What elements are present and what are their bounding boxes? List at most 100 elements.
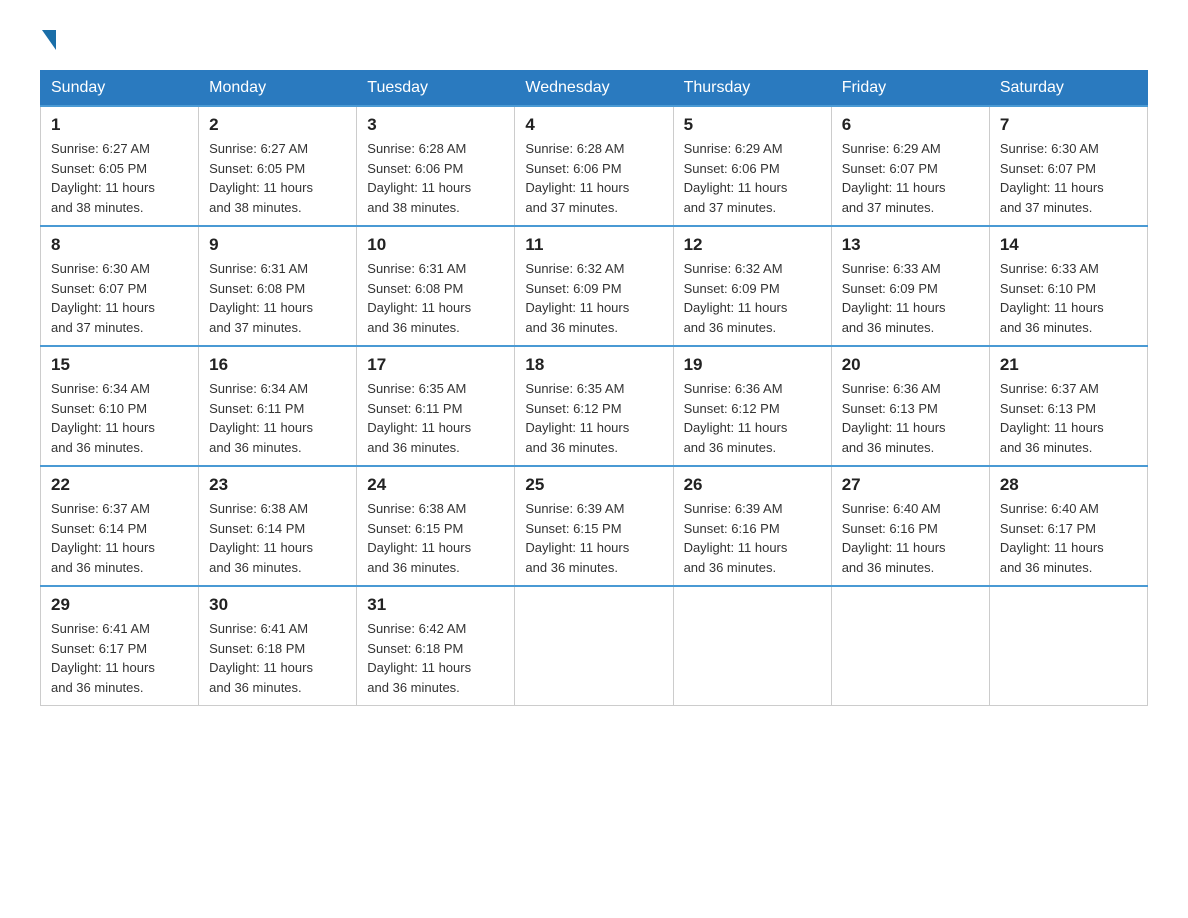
day-cell-11: 11 Sunrise: 6:32 AM Sunset: 6:09 PM Dayl… xyxy=(515,226,673,346)
day-cell-21: 21 Sunrise: 6:37 AM Sunset: 6:13 PM Dayl… xyxy=(989,346,1147,466)
week-row-4: 22 Sunrise: 6:37 AM Sunset: 6:14 PM Dayl… xyxy=(41,466,1148,586)
day-info: Sunrise: 6:37 AM Sunset: 6:14 PM Dayligh… xyxy=(51,499,188,577)
day-cell-13: 13 Sunrise: 6:33 AM Sunset: 6:09 PM Dayl… xyxy=(831,226,989,346)
day-cell-4: 4 Sunrise: 6:28 AM Sunset: 6:06 PM Dayli… xyxy=(515,106,673,226)
day-cell-27: 27 Sunrise: 6:40 AM Sunset: 6:16 PM Dayl… xyxy=(831,466,989,586)
day-cell-17: 17 Sunrise: 6:35 AM Sunset: 6:11 PM Dayl… xyxy=(357,346,515,466)
day-number: 20 xyxy=(842,355,979,375)
day-info: Sunrise: 6:30 AM Sunset: 6:07 PM Dayligh… xyxy=(51,259,188,337)
day-number: 18 xyxy=(525,355,662,375)
empty-cell xyxy=(831,586,989,706)
day-cell-16: 16 Sunrise: 6:34 AM Sunset: 6:11 PM Dayl… xyxy=(199,346,357,466)
calendar-table: SundayMondayTuesdayWednesdayThursdayFrid… xyxy=(40,70,1148,706)
day-info: Sunrise: 6:38 AM Sunset: 6:14 PM Dayligh… xyxy=(209,499,346,577)
day-info: Sunrise: 6:33 AM Sunset: 6:10 PM Dayligh… xyxy=(1000,259,1137,337)
day-number: 28 xyxy=(1000,475,1137,495)
day-cell-15: 15 Sunrise: 6:34 AM Sunset: 6:10 PM Dayl… xyxy=(41,346,199,466)
day-info: Sunrise: 6:31 AM Sunset: 6:08 PM Dayligh… xyxy=(209,259,346,337)
day-cell-31: 31 Sunrise: 6:42 AM Sunset: 6:18 PM Dayl… xyxy=(357,586,515,706)
day-number: 31 xyxy=(367,595,504,615)
day-info: Sunrise: 6:38 AM Sunset: 6:15 PM Dayligh… xyxy=(367,499,504,577)
day-number: 5 xyxy=(684,115,821,135)
day-cell-14: 14 Sunrise: 6:33 AM Sunset: 6:10 PM Dayl… xyxy=(989,226,1147,346)
day-info: Sunrise: 6:40 AM Sunset: 6:16 PM Dayligh… xyxy=(842,499,979,577)
day-cell-23: 23 Sunrise: 6:38 AM Sunset: 6:14 PM Dayl… xyxy=(199,466,357,586)
day-cell-7: 7 Sunrise: 6:30 AM Sunset: 6:07 PM Dayli… xyxy=(989,106,1147,226)
week-row-1: 1 Sunrise: 6:27 AM Sunset: 6:05 PM Dayli… xyxy=(41,106,1148,226)
page-header xyxy=(40,30,1148,50)
week-row-2: 8 Sunrise: 6:30 AM Sunset: 6:07 PM Dayli… xyxy=(41,226,1148,346)
day-info: Sunrise: 6:32 AM Sunset: 6:09 PM Dayligh… xyxy=(525,259,662,337)
day-info: Sunrise: 6:31 AM Sunset: 6:08 PM Dayligh… xyxy=(367,259,504,337)
day-cell-2: 2 Sunrise: 6:27 AM Sunset: 6:05 PM Dayli… xyxy=(199,106,357,226)
day-info: Sunrise: 6:29 AM Sunset: 6:07 PM Dayligh… xyxy=(842,139,979,217)
day-info: Sunrise: 6:34 AM Sunset: 6:11 PM Dayligh… xyxy=(209,379,346,457)
day-cell-20: 20 Sunrise: 6:36 AM Sunset: 6:13 PM Dayl… xyxy=(831,346,989,466)
day-info: Sunrise: 6:36 AM Sunset: 6:12 PM Dayligh… xyxy=(684,379,821,457)
day-header-thursday: Thursday xyxy=(673,71,831,107)
day-info: Sunrise: 6:40 AM Sunset: 6:17 PM Dayligh… xyxy=(1000,499,1137,577)
day-info: Sunrise: 6:37 AM Sunset: 6:13 PM Dayligh… xyxy=(1000,379,1137,457)
day-cell-29: 29 Sunrise: 6:41 AM Sunset: 6:17 PM Dayl… xyxy=(41,586,199,706)
day-info: Sunrise: 6:36 AM Sunset: 6:13 PM Dayligh… xyxy=(842,379,979,457)
day-info: Sunrise: 6:41 AM Sunset: 6:18 PM Dayligh… xyxy=(209,619,346,697)
day-header-saturday: Saturday xyxy=(989,71,1147,107)
empty-cell xyxy=(989,586,1147,706)
day-info: Sunrise: 6:41 AM Sunset: 6:17 PM Dayligh… xyxy=(51,619,188,697)
day-number: 2 xyxy=(209,115,346,135)
day-cell-9: 9 Sunrise: 6:31 AM Sunset: 6:08 PM Dayli… xyxy=(199,226,357,346)
day-info: Sunrise: 6:33 AM Sunset: 6:09 PM Dayligh… xyxy=(842,259,979,337)
day-header-monday: Monday xyxy=(199,71,357,107)
empty-cell xyxy=(673,586,831,706)
day-info: Sunrise: 6:27 AM Sunset: 6:05 PM Dayligh… xyxy=(51,139,188,217)
day-cell-25: 25 Sunrise: 6:39 AM Sunset: 6:15 PM Dayl… xyxy=(515,466,673,586)
day-number: 27 xyxy=(842,475,979,495)
day-info: Sunrise: 6:42 AM Sunset: 6:18 PM Dayligh… xyxy=(367,619,504,697)
day-number: 14 xyxy=(1000,235,1137,255)
week-row-5: 29 Sunrise: 6:41 AM Sunset: 6:17 PM Dayl… xyxy=(41,586,1148,706)
day-number: 10 xyxy=(367,235,504,255)
day-number: 13 xyxy=(842,235,979,255)
day-info: Sunrise: 6:27 AM Sunset: 6:05 PM Dayligh… xyxy=(209,139,346,217)
week-row-3: 15 Sunrise: 6:34 AM Sunset: 6:10 PM Dayl… xyxy=(41,346,1148,466)
logo xyxy=(40,30,58,50)
day-number: 25 xyxy=(525,475,662,495)
day-info: Sunrise: 6:32 AM Sunset: 6:09 PM Dayligh… xyxy=(684,259,821,337)
day-cell-3: 3 Sunrise: 6:28 AM Sunset: 6:06 PM Dayli… xyxy=(357,106,515,226)
day-number: 19 xyxy=(684,355,821,375)
day-number: 26 xyxy=(684,475,821,495)
day-cell-1: 1 Sunrise: 6:27 AM Sunset: 6:05 PM Dayli… xyxy=(41,106,199,226)
day-number: 7 xyxy=(1000,115,1137,135)
day-info: Sunrise: 6:39 AM Sunset: 6:16 PM Dayligh… xyxy=(684,499,821,577)
day-number: 15 xyxy=(51,355,188,375)
day-info: Sunrise: 6:39 AM Sunset: 6:15 PM Dayligh… xyxy=(525,499,662,577)
day-number: 11 xyxy=(525,235,662,255)
day-number: 24 xyxy=(367,475,504,495)
day-info: Sunrise: 6:30 AM Sunset: 6:07 PM Dayligh… xyxy=(1000,139,1137,217)
day-number: 3 xyxy=(367,115,504,135)
day-number: 21 xyxy=(1000,355,1137,375)
day-cell-26: 26 Sunrise: 6:39 AM Sunset: 6:16 PM Dayl… xyxy=(673,466,831,586)
day-number: 1 xyxy=(51,115,188,135)
day-number: 4 xyxy=(525,115,662,135)
day-cell-6: 6 Sunrise: 6:29 AM Sunset: 6:07 PM Dayli… xyxy=(831,106,989,226)
day-header-sunday: Sunday xyxy=(41,71,199,107)
day-number: 9 xyxy=(209,235,346,255)
day-header-friday: Friday xyxy=(831,71,989,107)
day-cell-5: 5 Sunrise: 6:29 AM Sunset: 6:06 PM Dayli… xyxy=(673,106,831,226)
day-number: 29 xyxy=(51,595,188,615)
day-cell-10: 10 Sunrise: 6:31 AM Sunset: 6:08 PM Dayl… xyxy=(357,226,515,346)
day-cell-18: 18 Sunrise: 6:35 AM Sunset: 6:12 PM Dayl… xyxy=(515,346,673,466)
day-info: Sunrise: 6:28 AM Sunset: 6:06 PM Dayligh… xyxy=(525,139,662,217)
day-number: 30 xyxy=(209,595,346,615)
days-header-row: SundayMondayTuesdayWednesdayThursdayFrid… xyxy=(41,71,1148,107)
day-number: 8 xyxy=(51,235,188,255)
day-cell-22: 22 Sunrise: 6:37 AM Sunset: 6:14 PM Dayl… xyxy=(41,466,199,586)
day-cell-8: 8 Sunrise: 6:30 AM Sunset: 6:07 PM Dayli… xyxy=(41,226,199,346)
day-cell-19: 19 Sunrise: 6:36 AM Sunset: 6:12 PM Dayl… xyxy=(673,346,831,466)
day-info: Sunrise: 6:35 AM Sunset: 6:12 PM Dayligh… xyxy=(525,379,662,457)
logo-arrow-icon xyxy=(42,30,56,50)
day-cell-28: 28 Sunrise: 6:40 AM Sunset: 6:17 PM Dayl… xyxy=(989,466,1147,586)
empty-cell xyxy=(515,586,673,706)
day-number: 22 xyxy=(51,475,188,495)
